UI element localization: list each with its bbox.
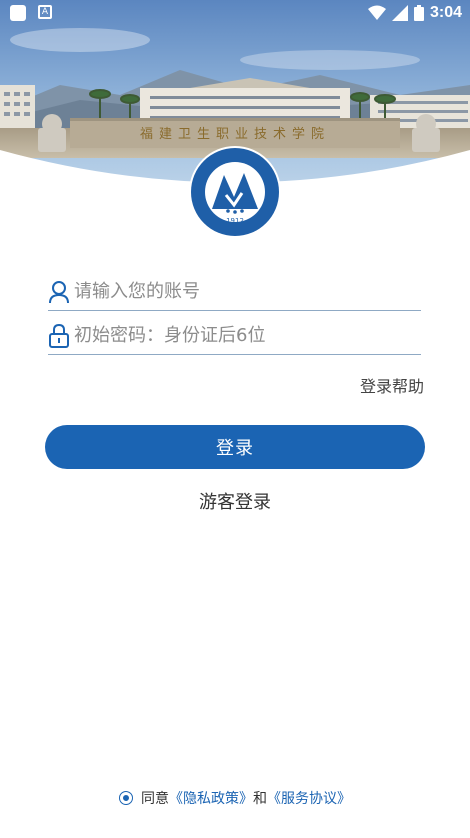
agree-radio[interactable]: [119, 791, 133, 805]
svg-text:福建卫生职业技术学院: 福建卫生职业技术学院: [140, 126, 330, 142]
password-input[interactable]: [74, 318, 414, 352]
signal-icon: [391, 5, 408, 21]
status-bar: A 3:04: [0, 0, 470, 28]
guest-login-link[interactable]: 游客登录: [0, 488, 470, 514]
agreement-row: 同意 《隐私政策》 和 《服务协议》: [0, 788, 470, 808]
password-field: [48, 318, 421, 355]
login-help-link[interactable]: 登录帮助: [360, 373, 424, 397]
agree-prefix: 同意: [141, 791, 169, 807]
college-emblem-logo: 1912: [188, 145, 282, 239]
service-agreement-link[interactable]: 《服务协议》: [267, 788, 351, 808]
app-notification-icon: A: [38, 5, 52, 19]
agree-conjunction: 和: [253, 791, 267, 807]
privacy-policy-link[interactable]: 《隐私政策》: [169, 788, 253, 808]
account-input[interactable]: [74, 274, 414, 308]
wifi-icon: [367, 5, 386, 20]
login-button[interactable]: 登录: [45, 425, 425, 469]
notification-icon: [10, 5, 26, 21]
clock: 3:04: [429, 4, 462, 21]
account-field: [48, 274, 421, 311]
battery-icon: [413, 5, 424, 21]
user-icon: [49, 281, 69, 304]
lock-icon: [49, 324, 69, 348]
emblem-year: 1912: [226, 217, 244, 225]
